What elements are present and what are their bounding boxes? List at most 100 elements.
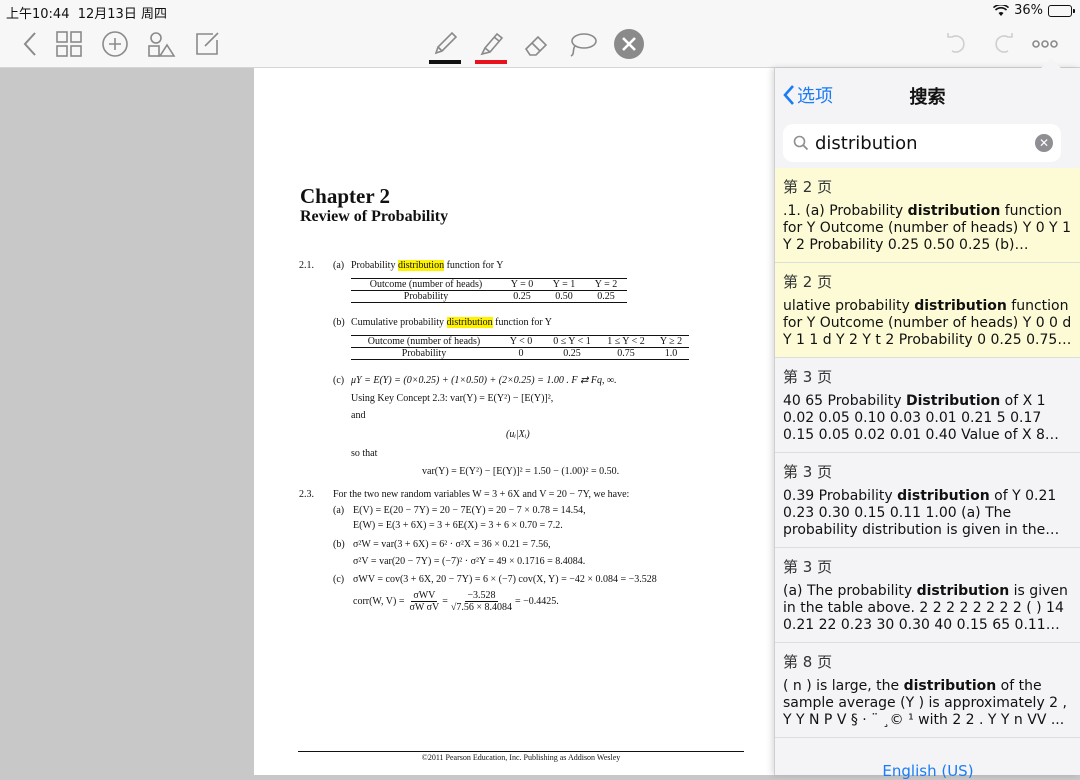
math-line: var(Y) = E(Y²) − [E(Y)]² = 1.50 − (1.00)… [422,466,620,477]
search-result-item[interactable]: 第 2 页 ulative probability distribution fu… [775,263,1080,358]
search-result-item[interactable]: 第 2 页 .1. (a) Probability distribution fu… [775,168,1080,263]
math-line: σWV = cov(3 + 6X, 20 − 7Y) = 6 × (−7) co… [353,574,657,585]
table-cell: 0.25 [563,348,581,359]
table-header: Y ≥ 2 [659,336,683,347]
result-snippet: ulative probability distribution functio… [783,298,1073,349]
text-run: function for Y [444,260,504,271]
battery-percent: 36% [1014,3,1043,18]
panel-header: 选项 搜索 [775,68,1080,120]
status-time: 上午10:44 [6,7,70,22]
math-text: corr(W, V) = [353,596,405,607]
math-line: σ²V = var(20 − 7Y) = (−7)² · σ²Y = 49 × … [353,556,586,567]
clear-search-icon[interactable]: ✕ [1035,134,1053,152]
search-result-item[interactable]: 第 3 页 (a) The probability distribution is… [775,548,1080,643]
q1b-text: Cumulative probability distribution func… [351,317,552,328]
undo-icon[interactable] [940,27,974,61]
search-result-item[interactable]: 第 8 页 ( n ) is large, the distribution of… [775,643,1080,738]
back-chevron-icon[interactable] [14,27,48,61]
part-label: (b) [333,317,345,328]
wifi-icon [993,4,1010,16]
language-button[interactable]: English (US) [775,762,1080,780]
table-cell: Probability [403,291,449,302]
status-bar: 上午10:44 12月13日 周四 36% [0,0,1080,22]
snippet-text: 40 65 Probability [783,393,906,409]
snippet-text: ulative probability [783,298,915,314]
math-line: E(V) = E(20 − 7Y) = 20 − 7E(Y) = 20 − 7 … [353,505,586,516]
search-highlight: distribution [397,260,445,271]
math-line: Using Key Concept 2.3: var(Y) = E(Y²) − … [351,393,554,404]
search-field[interactable]: ✕ [783,124,1061,162]
snippet-text: 0.39 Probability [783,488,898,504]
table-header: Outcome (number of heads) [367,336,481,347]
correlation-equation: corr(W, V) = σWV σW σV = −3.528 √7.56 × … [353,590,559,613]
snippet-match: distribution [916,583,1010,599]
result-snippet: (a) The probability distribution is give… [783,583,1073,634]
chapter-subtitle: Review of Probability [300,208,449,225]
marker-tool[interactable] [473,27,509,64]
part-label: (b) [333,539,345,550]
probability-table: Outcome (number of heads) Y = 0 Y = 1 Y = 2… [351,278,627,303]
text-run: Probability [351,260,398,271]
result-snippet: .1. (a) Probability distribution functio… [783,203,1073,254]
lasso-icon[interactable] [566,27,600,61]
add-circle-icon[interactable] [98,27,132,61]
text-line: and [351,410,366,421]
table-header: Y = 0 [510,279,534,290]
math-text: = [442,596,448,607]
snippet-match: distribution [903,678,997,694]
shapes-icon[interactable] [144,27,178,61]
eraser-icon[interactable] [520,27,554,61]
fraction-denominator: σW σV [409,602,440,613]
search-result-item[interactable]: 第 3 页 40 65 Probability Distribution of X… [775,358,1080,453]
status-clock: 上午10:44 12月13日 周四 [6,3,167,22]
pencil-icon [434,31,458,55]
table-header: 0 ≤ Y < 1 [553,336,591,347]
table-cell: 0.25 [513,291,531,302]
pdf-page[interactable]: Chapter 2 Review of Probability 2.1. (a)… [254,68,774,775]
status-date: 12月13日 周四 [77,7,167,22]
search-panel: 选项 搜索 ✕ 第 2 页 .1. (a) Probability distrib… [774,68,1080,780]
table-cell: 0.50 [555,291,573,302]
table-cell: 0.75 [617,348,635,359]
math-text: = −0.4425. [515,596,559,607]
math-line: μY = E(Y) = (0×0.25) + (1×0.50) + (2×0.2… [351,375,617,386]
math-line: σ²W = var(3 + 6X) = 6² · σ²X = 36 × 0.21… [353,539,551,550]
snippet-text: .1. (a) Probability [783,203,908,219]
redo-icon[interactable] [986,27,1020,61]
fraction-denominator: √7.56 × 8.4084 [450,602,513,613]
result-page-label: 第 3 页 [783,463,833,481]
footer-rule [298,751,744,752]
question-number: 2.1. [299,260,314,271]
text-line: so that [351,448,378,459]
battery-icon [1048,4,1075,17]
result-page-label: 第 3 页 [783,558,833,576]
fraction: σWV σW σV [409,590,439,613]
fraction: −3.528 √7.56 × 8.4084 [451,590,512,613]
grid-icon[interactable] [52,27,86,61]
table-header: Y < 0 [509,336,533,347]
chapter-title: Chapter 2 [300,184,391,208]
table-cell: 0 [518,348,524,359]
search-result-item[interactable]: 第 3 页 0.39 Probability distribution of Y… [775,453,1080,548]
table-header: Y = 2 [594,279,618,290]
snippet-match: distribution [914,298,1007,314]
result-snippet: 0.39 Probability distribution of Y 0.21 … [783,488,1073,539]
table-header: Outcome (number of heads) [369,279,483,290]
result-snippet: 40 65 Probability Distribution of X 1 0.… [783,393,1073,444]
search-input[interactable] [815,132,1025,154]
snippet-match: distribution [907,203,1001,219]
edit-icon[interactable] [190,27,224,61]
pencil-tool[interactable] [427,27,463,64]
search-highlight: distribution [446,317,493,328]
table-cell: 1.0 [664,348,678,359]
math-line: E(W) = E(3 + 6X) = 3 + 6E(X) = 3 + 6 × 0… [353,520,563,531]
snippet-text: (a) The probability [783,583,917,599]
snippet-match: distribution [897,488,990,504]
part-label: (a) [333,260,345,271]
more-icon[interactable] [1028,27,1062,61]
result-snippet: ( n ) is large, the distribution of the … [783,678,1073,729]
result-page-label: 第 3 页 [783,368,833,386]
table-cell: Probability [401,348,447,359]
part-label: (c) [333,574,345,585]
close-icon[interactable] [612,27,646,61]
